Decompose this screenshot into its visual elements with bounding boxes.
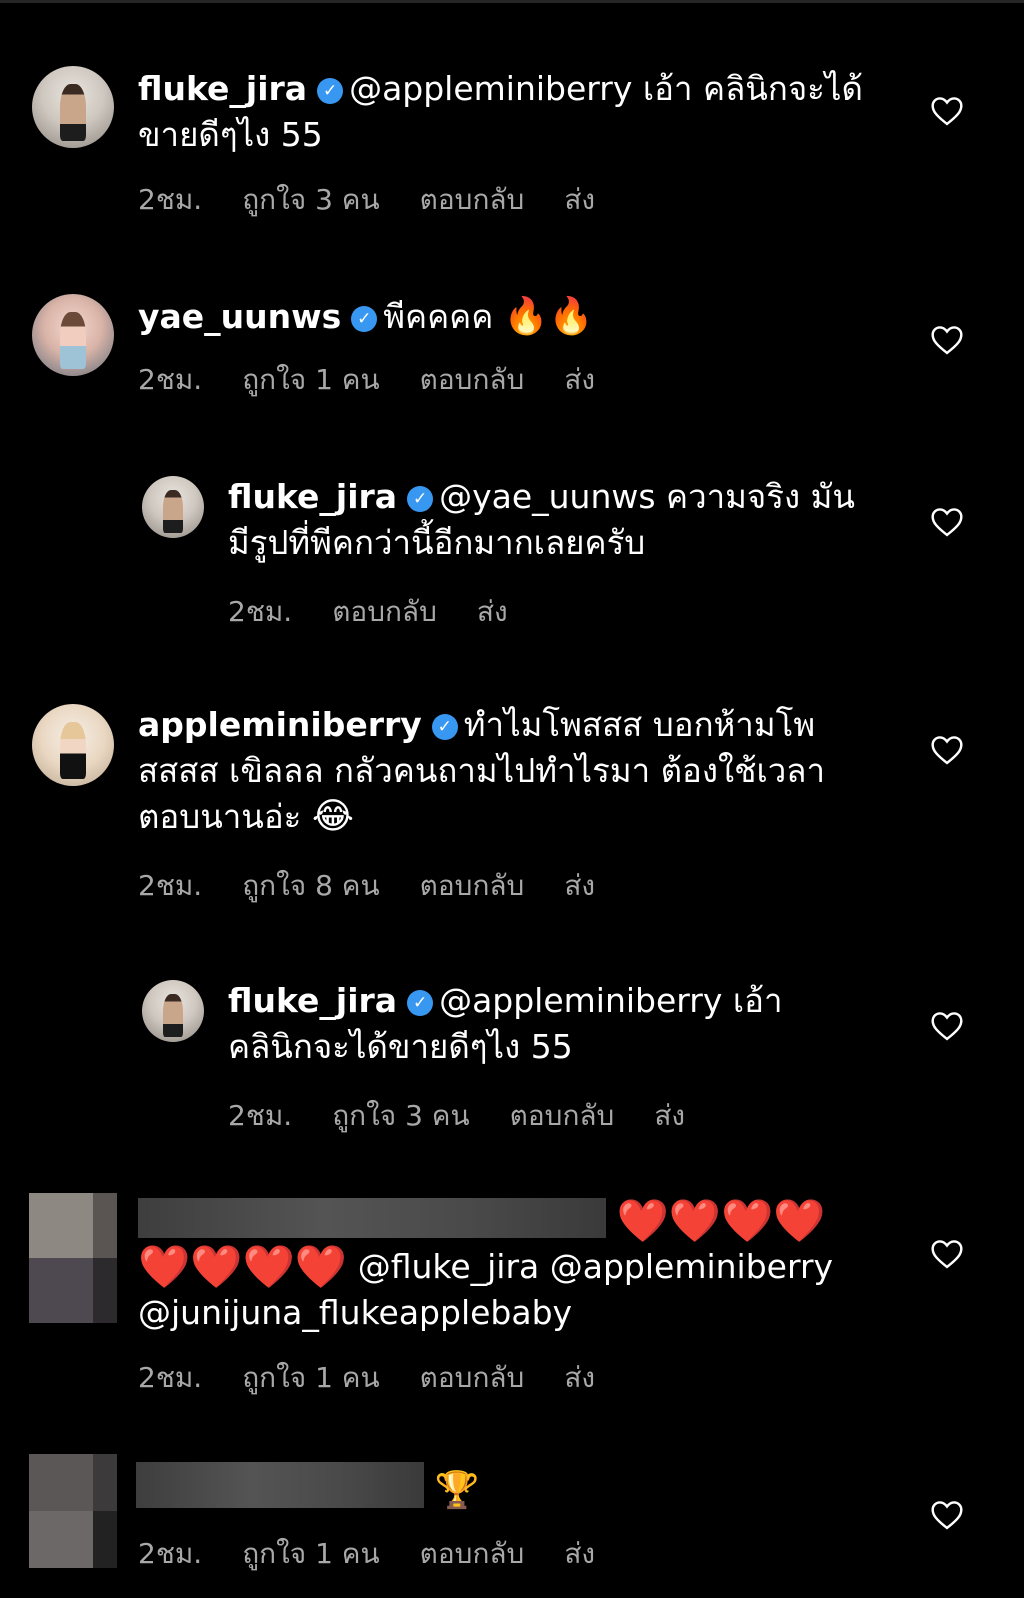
comment-meta: 2ชม. ถูกใจ 1 คน ตอบกลับ ส่ง bbox=[138, 1356, 635, 1400]
comment-meta: 2ชม. ถูกใจ 1 คน ตอบกลับ ส่ง bbox=[138, 1532, 635, 1576]
verified-badge-icon: ✓ bbox=[407, 486, 434, 512]
fire-emoji: 🔥🔥 bbox=[503, 296, 594, 337]
heart-outline-icon[interactable] bbox=[930, 1011, 964, 1041]
send-button[interactable]: ส่ง bbox=[654, 1099, 685, 1132]
heart-emojis: ❤️❤️❤️❤️ bbox=[616, 1196, 826, 1245]
reply-button[interactable]: ตอบกลับ bbox=[420, 363, 525, 396]
verified-badge-icon: ✓ bbox=[431, 714, 458, 740]
heart-emojis: ❤️❤️❤️❤️ bbox=[138, 1242, 348, 1291]
avatar[interactable] bbox=[142, 980, 204, 1042]
reply-button[interactable]: ตอบกลับ bbox=[510, 1099, 615, 1132]
likes-count[interactable]: ถูกใจ 1 คน bbox=[242, 1361, 379, 1394]
username[interactable]: appleminiberry bbox=[138, 705, 422, 744]
username[interactable]: fluke_jira bbox=[228, 981, 397, 1020]
top-divider bbox=[0, 0, 1024, 3]
heart-outline-icon[interactable] bbox=[930, 1500, 964, 1530]
comment-body-cont: ขายดีๆไง 55 bbox=[138, 115, 323, 154]
laughing-emoji: 😂 bbox=[311, 796, 354, 837]
timestamp: 2ชม. bbox=[138, 1361, 203, 1394]
comment-body-cont: มีรูปที่พีคกว่านี้อีกมากเลยครับ bbox=[228, 523, 646, 562]
verified-badge-icon: ✓ bbox=[351, 306, 378, 332]
reply-button[interactable]: ตอบกลับ bbox=[332, 595, 437, 628]
likes-count[interactable]: ถูกใจ 8 คน bbox=[242, 869, 379, 902]
timestamp: 2ชม. bbox=[138, 183, 203, 216]
comment-meta: 2ชม. ถูกใจ 3 คน ตอบกลับ ส่ง bbox=[228, 1094, 725, 1138]
send-button[interactable]: ส่ง bbox=[564, 869, 595, 902]
comment-meta: 2ชม. ถูกใจ 3 คน ตอบกลับ ส่ง bbox=[138, 178, 635, 222]
comment-text: 🏆 bbox=[136, 1462, 479, 1514]
likes-count[interactable]: ถูกใจ 1 คน bbox=[242, 363, 379, 396]
comment-body: ทำไมโพสสส บอกห้ามโพ bbox=[463, 705, 816, 744]
verified-badge-icon: ✓ bbox=[407, 990, 434, 1016]
mention-link[interactable]: @junijuna_flukeapplebaby bbox=[138, 1293, 572, 1332]
comment-meta: 2ชม. ถูกใจ 8 คน ตอบกลับ ส่ง bbox=[138, 864, 635, 908]
comment-body-cont: สสสส เขิลลล กลัวคนถามไปทำไรมา ต้องใช้เวล… bbox=[138, 751, 826, 790]
reply-button[interactable]: ตอบกลับ bbox=[420, 1537, 525, 1570]
comment-body: @appleminiberry เอ้า คลินิกจะได้ bbox=[349, 69, 863, 108]
avatar[interactable] bbox=[32, 294, 114, 376]
heart-outline-icon[interactable] bbox=[930, 507, 964, 537]
send-button[interactable]: ส่ง bbox=[564, 183, 595, 216]
timestamp: 2ชม. bbox=[138, 363, 203, 396]
likes-count[interactable]: ถูกใจ 1 คน bbox=[242, 1537, 379, 1570]
send-button[interactable]: ส่ง bbox=[564, 1361, 595, 1394]
heart-outline-icon[interactable] bbox=[930, 325, 964, 355]
avatar[interactable] bbox=[29, 1454, 117, 1568]
verified-badge-icon: ✓ bbox=[317, 78, 344, 104]
comment-meta: 2ชม. ตอบกลับ ส่ง bbox=[228, 590, 548, 634]
comment-body: @yae_uunws ความจริง มัน bbox=[439, 477, 855, 516]
reply-button[interactable]: ตอบกลับ bbox=[420, 1361, 525, 1394]
comment-text: fluke_jira ✓ @yae_uunws ความจริง มัน มีรูป… bbox=[228, 474, 855, 566]
comment-body: พีคคคค bbox=[383, 297, 494, 336]
comment-text: yae_uunws ✓ พีคคคค 🔥🔥 bbox=[138, 294, 594, 340]
likes-count[interactable]: ถูกใจ 3 คน bbox=[242, 183, 379, 216]
reply-button[interactable]: ตอบกลับ bbox=[420, 869, 525, 902]
avatar[interactable] bbox=[29, 1193, 117, 1323]
send-button[interactable]: ส่ง bbox=[564, 363, 595, 396]
comment-text: fluke_jira ✓ @appleminiberry เอ้า คลินิกจะ… bbox=[228, 978, 783, 1070]
username[interactable]: yae_uunws bbox=[138, 297, 341, 336]
avatar[interactable] bbox=[142, 476, 204, 538]
redacted-username bbox=[138, 1198, 606, 1238]
timestamp: 2ชม. bbox=[138, 1537, 203, 1570]
username[interactable]: fluke_jira bbox=[138, 69, 307, 108]
comment-body-cont: คลินิกจะได้ขายดีๆไง 55 bbox=[228, 1027, 573, 1066]
comment-meta: 2ชม. ถูกใจ 1 คน ตอบกลับ ส่ง bbox=[138, 358, 635, 402]
reply-button[interactable]: ตอบกลับ bbox=[420, 183, 525, 216]
avatar[interactable] bbox=[32, 66, 114, 148]
comment-text: fluke_jira ✓ @appleminiberry เอ้า คลินิกจะ… bbox=[138, 66, 863, 158]
heart-outline-icon[interactable] bbox=[930, 96, 964, 126]
heart-outline-icon[interactable] bbox=[930, 1239, 964, 1269]
send-button[interactable]: ส่ง bbox=[477, 595, 508, 628]
comment-text: ❤️❤️❤️❤️ ❤️❤️❤️❤️ @fluke_jira @applemini… bbox=[138, 1198, 833, 1336]
redacted-username bbox=[136, 1462, 424, 1508]
username[interactable]: fluke_jira bbox=[228, 477, 397, 516]
heart-outline-icon[interactable] bbox=[930, 735, 964, 765]
comment-body-cont: ตอบนานอ่ะ bbox=[138, 797, 302, 836]
comment-text: appleminiberry ✓ ทำไมโพสสส บอกห้ามโพ สสสส … bbox=[138, 702, 825, 840]
trophy-emoji: 🏆 bbox=[434, 1470, 480, 1511]
likes-count[interactable]: ถูกใจ 3 คน bbox=[332, 1099, 469, 1132]
mentions[interactable]: @fluke_jira @appleminiberry bbox=[358, 1247, 833, 1286]
send-button[interactable]: ส่ง bbox=[564, 1537, 595, 1570]
timestamp: 2ชม. bbox=[138, 869, 203, 902]
comment-body: @appleminiberry เอ้า bbox=[439, 981, 783, 1020]
timestamp: 2ชม. bbox=[228, 1099, 293, 1132]
timestamp: 2ชม. bbox=[228, 595, 293, 628]
avatar[interactable] bbox=[32, 704, 114, 786]
